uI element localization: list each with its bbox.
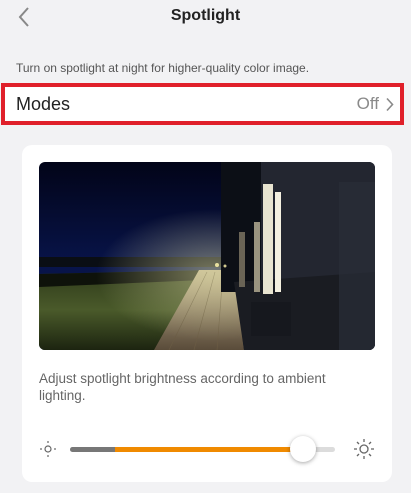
modes-label: Modes xyxy=(16,93,71,114)
slider-track-segment xyxy=(70,447,115,452)
spotlight-description: Turn on spotlight at night for higher-qu… xyxy=(16,61,310,75)
sun-large-icon xyxy=(354,439,374,459)
top-bar: Spotlight xyxy=(0,0,411,36)
camera-preview-image xyxy=(39,162,375,350)
sun-small-icon xyxy=(40,441,56,457)
slider-active-fill xyxy=(115,447,304,452)
slider-thumb[interactable] xyxy=(290,436,317,462)
brightness-card: Adjust spotlight brightness according to… xyxy=(22,145,392,482)
brightness-slider[interactable] xyxy=(39,432,375,468)
modes-value-group: Off xyxy=(357,94,394,114)
chevron-right-icon xyxy=(386,97,394,111)
modes-value: Off xyxy=(356,94,379,113)
brightness-description: Adjust spotlight brightness according to… xyxy=(39,371,326,403)
modes-row[interactable]: Modes Off xyxy=(1,83,404,125)
page-title: Spotlight xyxy=(170,7,241,24)
